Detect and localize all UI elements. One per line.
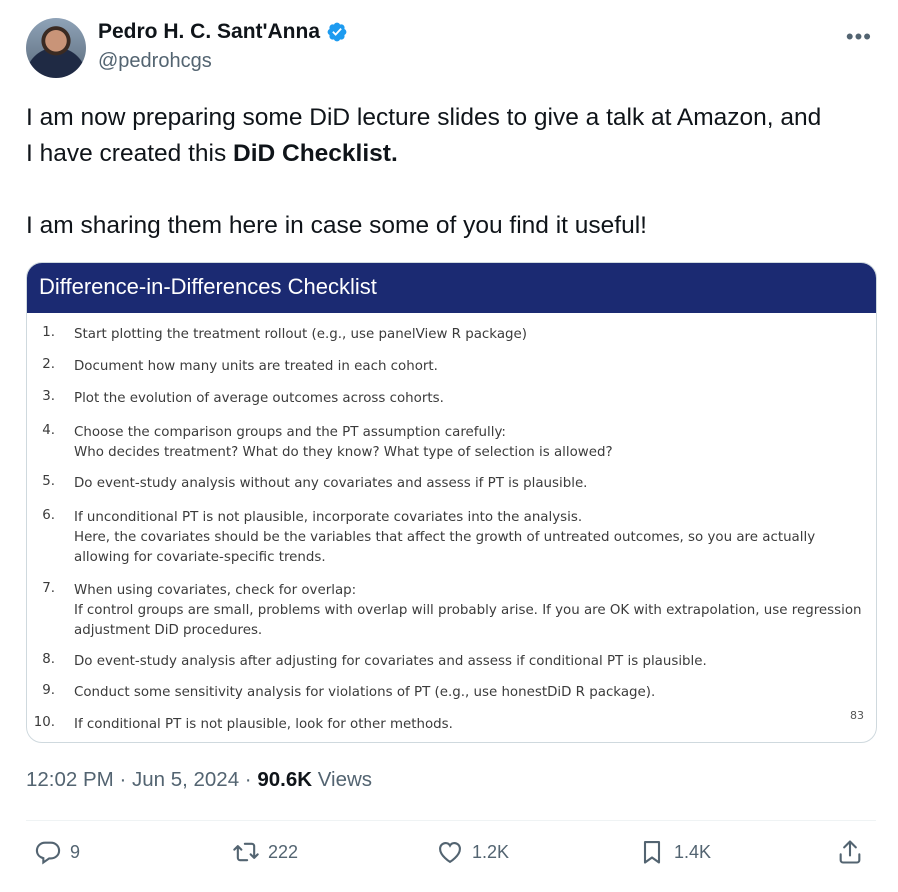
views-count: 90.6K bbox=[257, 768, 313, 791]
action-bar: 9 222 1.2K 1.4K bbox=[26, 838, 876, 878]
checklist-item-line: Plot the evolution of average outcomes a… bbox=[74, 391, 444, 406]
bookmark-count: 1.4K bbox=[674, 841, 712, 862]
checklist-item-line: allowing for covariate-specific trends. bbox=[74, 550, 326, 565]
checklist-item-text: Do event-study analysis after adjusting … bbox=[74, 652, 707, 672]
share-button[interactable] bbox=[836, 838, 864, 866]
repost-button[interactable]: 222 bbox=[232, 838, 298, 866]
repost-count: 222 bbox=[268, 841, 299, 862]
views-label: Views bbox=[312, 768, 373, 791]
reply-button[interactable]: 9 bbox=[34, 838, 80, 866]
bookmark-icon bbox=[643, 841, 661, 864]
author-names: Pedro H. C. Sant'Anna @pedrohcgs bbox=[98, 20, 348, 73]
tweet-line: I have created this DiD Checklist. bbox=[26, 136, 881, 172]
checklist-item-line: If unconditional PT is not plausible, in… bbox=[74, 510, 583, 525]
like-count: 1.2K bbox=[472, 841, 510, 862]
reply-count: 9 bbox=[70, 841, 81, 862]
tweet-bold-text: DiD Checklist. bbox=[233, 140, 398, 167]
tweet-meta: 12:02 PM · Jun 5, 2024 · 90.6K Views bbox=[26, 768, 372, 792]
tweet-header: Pedro H. C. Sant'Anna @pedrohcgs ••• bbox=[26, 18, 876, 80]
checklist-item-text: Choose the comparison groups and the PT … bbox=[74, 423, 613, 463]
slide-page-number: 83 bbox=[850, 709, 864, 722]
checklist-item-text: If unconditional PT is not plausible, in… bbox=[74, 508, 815, 568]
checklist-item-line: When using covariates, check for overlap… bbox=[74, 583, 357, 598]
heart-icon bbox=[439, 841, 461, 864]
checklist-item-text: When using covariates, check for overlap… bbox=[74, 581, 862, 641]
checklist-item-number: 1. bbox=[42, 325, 55, 340]
divider bbox=[26, 820, 876, 821]
tweet-line: I am sharing them here in case some of y… bbox=[26, 208, 881, 244]
tweet-line-text: I have created this bbox=[26, 140, 234, 167]
more-options-icon[interactable]: ••• bbox=[846, 24, 872, 50]
repost-icon bbox=[233, 842, 259, 862]
verified-badge-icon bbox=[327, 22, 347, 42]
checklist-item-number: 8. bbox=[42, 652, 55, 667]
handle[interactable]: @pedrohcgs bbox=[98, 50, 348, 73]
checklist-item-line: Do event-study analysis without any cova… bbox=[74, 476, 588, 491]
checklist-item-line: adjustment DiD procedures. bbox=[74, 623, 263, 638]
checklist-item-line: Here, the covariates should be the varia… bbox=[74, 530, 816, 545]
checklist-item-line: Choose the comparison groups and the PT … bbox=[74, 425, 506, 440]
checklist-item-number: 3. bbox=[42, 389, 55, 404]
tweet-line: I am now preparing some DiD lecture slid… bbox=[26, 100, 881, 136]
checklist-item-line: Conduct some sensitivity analysis for vi… bbox=[74, 685, 656, 700]
checklist-item-text: Start plotting the treatment rollout (e.… bbox=[74, 325, 527, 345]
display-name[interactable]: Pedro H. C. Sant'Anna bbox=[98, 20, 320, 44]
checklist-item-text: Document how many units are treated in e… bbox=[74, 357, 438, 377]
checklist-item-line: Start plotting the treatment rollout (e.… bbox=[74, 327, 527, 342]
checklist-item-text: If conditional PT is not plausible, look… bbox=[74, 715, 453, 735]
like-button[interactable]: 1.2K bbox=[436, 838, 509, 866]
checklist-item-line: Who decides treatment? What do they know… bbox=[74, 445, 613, 460]
checklist-item-line: Document how many units are treated in e… bbox=[74, 359, 438, 374]
checklist-item-number: 10. bbox=[33, 715, 55, 730]
checklist-item-line: Do event-study analysis after adjusting … bbox=[74, 654, 707, 669]
reply-icon bbox=[35, 841, 61, 865]
checklist-item-number: 4. bbox=[42, 423, 55, 438]
bookmark-button[interactable]: 1.4K bbox=[638, 838, 711, 866]
checklist-item-text: Do event-study analysis without any cova… bbox=[74, 474, 587, 494]
attached-image[interactable]: Difference-in-Differences Checklist 1. St… bbox=[26, 262, 877, 743]
checklist-item-number: 6. bbox=[42, 508, 55, 523]
slide-title: Difference-in-Differences Checklist bbox=[27, 263, 876, 313]
avatar[interactable] bbox=[26, 18, 86, 78]
tweet-text: I am now preparing some DiD lecture slid… bbox=[26, 100, 881, 244]
tweet-line-text: I am sharing them here in case some of y… bbox=[26, 212, 647, 239]
checklist-item-line: If conditional PT is not plausible, look… bbox=[74, 717, 453, 732]
share-icon bbox=[839, 840, 861, 864]
checklist-item-number: 2. bbox=[42, 357, 55, 372]
checklist-item-number: 5. bbox=[42, 474, 55, 489]
display-name-row: Pedro H. C. Sant'Anna bbox=[98, 20, 348, 44]
checklist-item-text: Plot the evolution of average outcomes a… bbox=[74, 389, 444, 409]
checklist-item-number: 7. bbox=[42, 581, 55, 596]
checklist-item-line: If control groups are small, problems wi… bbox=[74, 603, 862, 618]
checklist-item-text: Conduct some sensitivity analysis for vi… bbox=[74, 683, 655, 703]
timestamp[interactable]: 12:02 PM · Jun 5, 2024 · bbox=[26, 768, 257, 791]
checklist-item-number: 9. bbox=[42, 683, 55, 698]
tweet-line-text: I am now preparing some DiD lecture slid… bbox=[26, 104, 822, 131]
